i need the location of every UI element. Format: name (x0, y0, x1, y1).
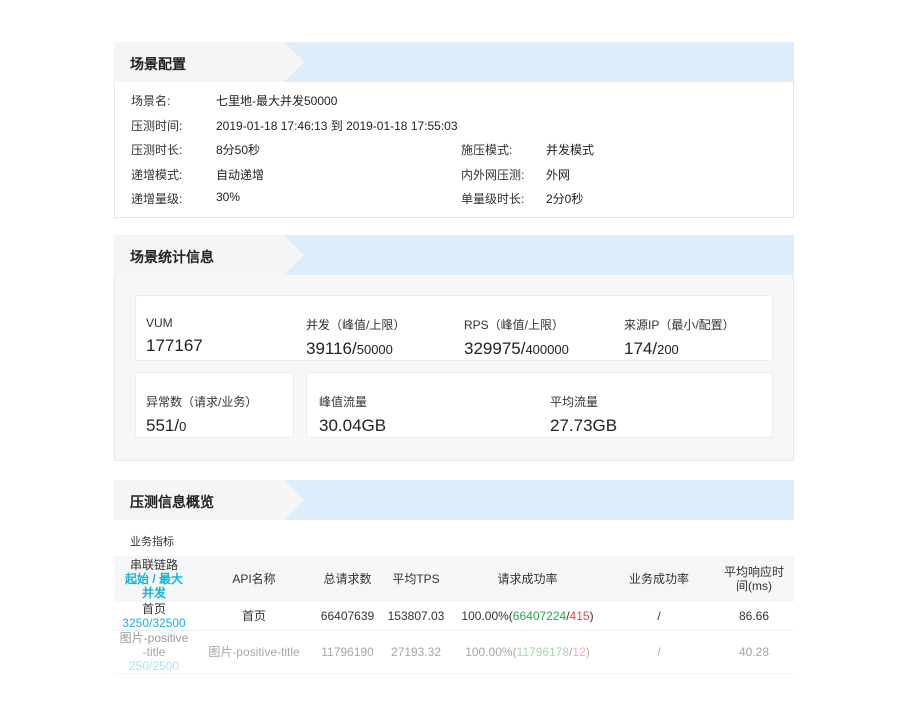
tps-cell: 27193.32 (381, 630, 451, 674)
metric-value: 30.04GB (319, 416, 387, 435)
col-api: API名称 (194, 556, 314, 602)
config-label: 场景名: (131, 94, 171, 108)
section-title: 场景统计信息 (130, 249, 214, 265)
overview-section: 压测信息概览 (114, 480, 794, 520)
stats-card-traffic: 峰值流量 30.04GB 平均流量 27.73GB (306, 372, 773, 438)
config-row: 压测时间: 2019-01-18 17:46:13 到 2019-01-18 1… (115, 111, 793, 136)
table-header-row: 串联链路 起始 / 最大并发 API名称 总请求数 平均TPS 请求成功率 业务… (114, 556, 794, 602)
total-cell: 11796190 (314, 630, 381, 674)
avg-traffic-metric: 平均流量 27.73GB (550, 393, 617, 436)
config-value: 外网 (546, 167, 571, 182)
config-label: 递增模式: (131, 167, 183, 182)
scene-config-header: 场景配置 (114, 42, 794, 82)
vum-metric: VUM 177167 (146, 316, 203, 356)
success-cell: 100.00%(66407224/415) (451, 602, 604, 631)
biz-cell: / (604, 602, 714, 631)
concurrency-metric: 并发（峰值/上限） 39116/50000 (306, 316, 405, 359)
metric-label: 并发（峰值/上限） (306, 318, 406, 332)
col-biz: 业务成功率 (604, 556, 714, 602)
metrics-table: 串联链路 起始 / 最大并发 API名称 总请求数 平均TPS 请求成功率 业务… (114, 556, 794, 674)
metric-label: 平均流量 (550, 395, 599, 409)
metric-value: 174/200 (624, 339, 679, 358)
rt-cell: 86.66 (714, 602, 794, 631)
biz-cell: / (604, 630, 714, 674)
tps-cell: 153807.03 (381, 602, 451, 631)
config-value: 8分50秒 (216, 143, 261, 158)
config-row: 场景名: 七里地-最大并发50000 (115, 86, 793, 111)
col-chain: 串联链路 起始 / 最大并发 (114, 556, 194, 602)
config-label: 递增量级: (131, 192, 183, 207)
col-success: 请求成功率 (451, 556, 604, 602)
config-value: 并发模式 (546, 143, 595, 158)
config-row: 递增量级: 30% 单量级时长: 2分0秒 (115, 184, 793, 209)
table-row[interactable]: 图片-positive-title 250/2500 图片-positive-t… (114, 630, 794, 674)
metric-value: 27.73GB (550, 416, 618, 435)
scene-config-section: 场景配置 场景名: 七里地-最大并发50000 压测时间: 2019-01-18… (114, 42, 794, 218)
config-value: 七里地-最大并发50000 (216, 94, 338, 108)
rt-cell: 40.28 (714, 630, 794, 674)
scene-stats-header: 场景统计信息 (114, 235, 794, 275)
section-title: 场景配置 (130, 56, 186, 72)
config-label: 压测时间: (131, 118, 183, 133)
chain-cell: 首页 3250/32500 (114, 602, 194, 631)
source-ip-metric: 来源IP（最小/配置） 174/200 (624, 316, 735, 359)
overview-header: 压测信息概览 (114, 480, 794, 520)
col-tps: 平均TPS (381, 556, 451, 602)
success-cell: 100.00%(11796178/12) (451, 630, 604, 674)
stats-card-errors: 异常数（请求/业务） 551/0 (135, 372, 294, 438)
col-total: 总请求数 (314, 556, 381, 602)
section-title: 压测信息概览 (130, 494, 214, 510)
scene-config-body: 场景名: 七里地-最大并发50000 压测时间: 2019-01-18 17:4… (114, 82, 794, 218)
config-label: 压测时长: (131, 143, 183, 158)
col-rt: 平均响应时间(ms) (714, 556, 794, 602)
errors-metric: 异常数（请求/业务） 551/0 (146, 393, 257, 436)
rps-metric: RPS（峰值/上限） 329975/400000 (464, 316, 569, 359)
metric-value: 551/0 (146, 416, 187, 435)
metric-value: 39116/50000 (306, 339, 393, 358)
config-label: 施压模式: (461, 143, 513, 158)
metric-label: RPS（峰值/上限） (464, 318, 565, 332)
metric-label: VUM (146, 316, 173, 330)
config-value: 30% (216, 190, 241, 205)
business-metrics-subtitle: 业务指标 (130, 536, 174, 548)
metric-value: 177167 (146, 336, 203, 355)
config-value: 自动递增 (216, 167, 265, 182)
chain-cell: 图片-positive-title 250/2500 (114, 630, 194, 674)
config-label: 内外网压测: (461, 167, 525, 182)
stats-card-top: VUM 177167 并发（峰值/上限） 39116/50000 RPS（峰值/… (135, 295, 773, 361)
api-cell: 图片-positive-title (194, 630, 314, 674)
config-value: 2分0秒 (546, 192, 584, 207)
scene-stats-section: 场景统计信息 VUM 177167 并发（峰值/上限） 39116/50000 … (114, 235, 794, 461)
total-cell: 66407639 (314, 602, 381, 631)
metric-label: 异常数（请求/业务） (146, 395, 258, 409)
api-cell: 首页 (194, 602, 314, 631)
peak-traffic-metric: 峰值流量 30.04GB (319, 393, 386, 436)
metric-label: 峰值流量 (319, 395, 368, 409)
config-value: 2019-01-18 17:46:13 到 2019-01-18 17:55:0… (216, 118, 458, 133)
metric-label: 来源IP（最小/配置） (624, 318, 735, 332)
config-row: 压测时长: 8分50秒 施压模式: 并发模式 (115, 135, 793, 160)
config-row: 递增模式: 自动递增 内外网压测: 外网 (115, 160, 793, 185)
metric-value: 329975/400000 (464, 339, 569, 358)
table-row[interactable]: 首页 3250/32500 首页 66407639 153807.03 100.… (114, 602, 794, 631)
scene-stats-body: VUM 177167 并发（峰值/上限） 39116/50000 RPS（峰值/… (114, 275, 794, 461)
config-label: 单量级时长: (461, 192, 525, 207)
